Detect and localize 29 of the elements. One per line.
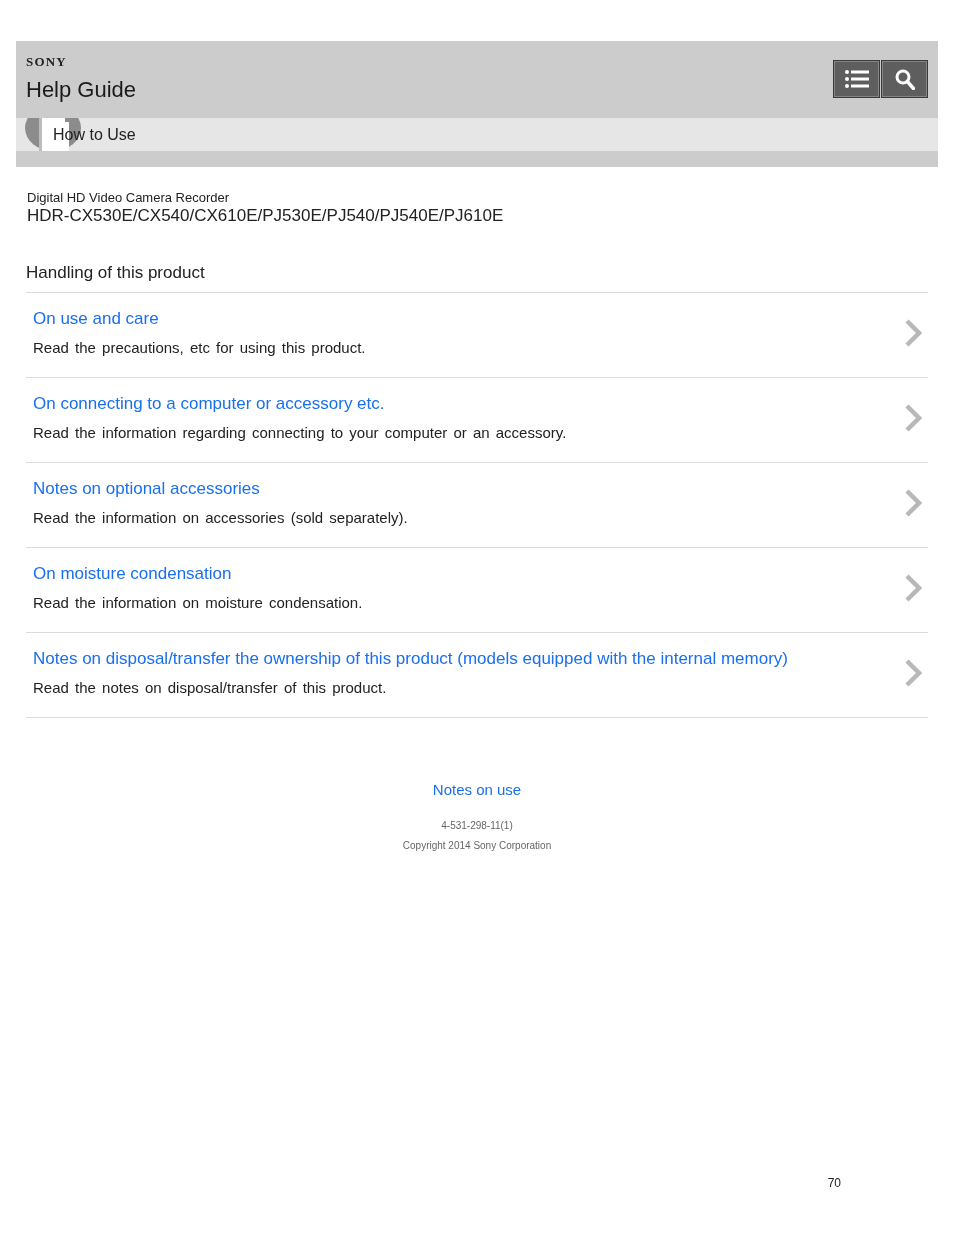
topic-description: Read the notes on disposal/transfer of this product. [33, 678, 387, 697]
document-code: 4-531-298-11(1) [441, 820, 513, 832]
section-heading: Handling of this product [26, 263, 928, 293]
chevron-right-icon [904, 658, 922, 688]
topic-link[interactable]: On use and care [33, 309, 159, 329]
menu-button[interactable] [833, 60, 880, 98]
product-models: HDR-CX530E/CX540/CX610E/PJ530E/PJ540/PJ540E/PJ610E [26, 206, 505, 226]
search-icon [894, 68, 915, 90]
chevron-right-icon [904, 403, 922, 433]
notes-on-use-link[interactable]: Notes on use [432, 781, 522, 799]
topic-description: Read the information on accessories (sold separately). [33, 508, 408, 527]
topic-link[interactable]: Notes on optional accessories [33, 479, 260, 499]
guide-title: Help Guide [26, 77, 137, 103]
topic-link[interactable]: On connecting to a computer or accessory etc. [33, 394, 385, 414]
topic-description: Read the precautions, etc for using this product. [33, 338, 366, 357]
topic-link[interactable]: On moisture condensation [33, 564, 232, 584]
chevron-right-icon [904, 488, 922, 518]
search-button[interactable] [881, 60, 928, 98]
topic-description: Read the information regarding connecting to your computer or an accessory. [33, 423, 567, 442]
breadcrumb-link[interactable]: How to Use [16, 124, 136, 145]
product-category: Digital HD Video Camera Recorder [26, 190, 231, 206]
page-number: 70 [827, 1176, 841, 1190]
list-icon [844, 70, 869, 88]
topic-description: Read the information on moisture condensation. [33, 593, 363, 612]
brand-logo: SONY [26, 55, 67, 69]
copyright-text: Copyright 2014 Sony Corporation [402, 840, 552, 852]
topic-link[interactable]: Notes on disposal/transfer the ownership of this product (models equipped with the internal memory) [33, 649, 788, 669]
chevron-right-icon [904, 573, 922, 603]
chevron-right-icon [904, 318, 922, 348]
